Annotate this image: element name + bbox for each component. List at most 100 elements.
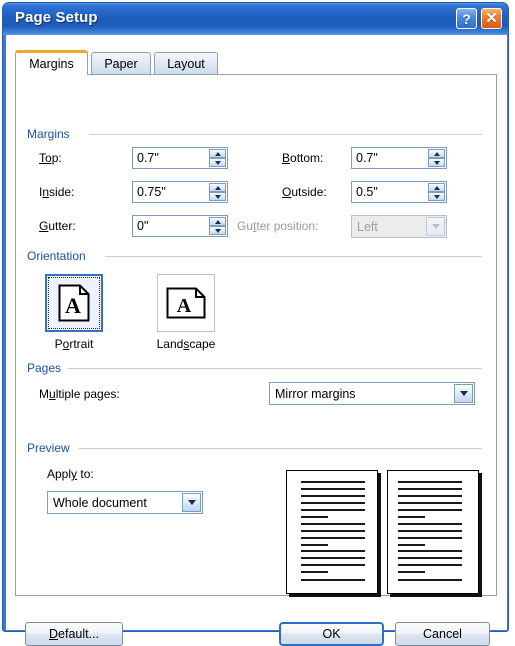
preview-text-line (301, 557, 365, 559)
landscape-page-icon: A (166, 287, 206, 319)
gutter-increment-button[interactable] (209, 217, 226, 226)
outside-margin-decrement-button[interactable] (428, 192, 445, 201)
group-rule-preview (79, 448, 482, 449)
ok-button[interactable]: OK (279, 622, 384, 646)
gutter-decrement-button[interactable] (209, 226, 226, 235)
label-gutter-position: Gutter position: (237, 219, 318, 233)
window-title: Page Setup (15, 9, 98, 26)
title-bar[interactable]: Page Setup ? ✕ (3, 3, 508, 35)
triangle-up-icon (214, 185, 221, 190)
preview-text-line (398, 516, 425, 518)
inside-margin-spinbox[interactable]: 0.75" (132, 181, 228, 203)
preview-text-line (398, 550, 462, 552)
preview-text-line (398, 530, 462, 532)
group-label-preview: Preview (27, 441, 75, 455)
svg-text:A: A (65, 293, 81, 318)
orientation-landscape-option[interactable]: A (157, 274, 215, 332)
label-multiple-pages: Multiple pages: (39, 387, 120, 401)
gutter-position-combobox: Left (351, 215, 447, 238)
gutter-spinbox[interactable]: 0" (132, 215, 228, 237)
orientation-portrait-label: Portrait (45, 337, 103, 351)
preview-text-line (398, 571, 425, 573)
apply-to-value: Whole document (53, 496, 147, 510)
inside-margin-spinner[interactable] (209, 183, 226, 201)
bottom-margin-increment-button[interactable] (428, 149, 445, 158)
label-multiple-pages-post: ltiple pages: (55, 387, 120, 401)
outside-margin-spinner[interactable] (428, 183, 445, 201)
triangle-up-icon (214, 219, 221, 224)
label-outside-post: utside: (291, 185, 327, 199)
outside-margin-value: 0.5" (356, 185, 378, 199)
tab-active-seam (16, 74, 87, 76)
tab-margins[interactable]: Margins (15, 50, 88, 75)
multiple-pages-combobox[interactable]: Mirror margins (269, 382, 475, 405)
preview-text-line (301, 502, 365, 504)
svg-text:A: A (177, 295, 192, 317)
preview-text-line (301, 509, 365, 511)
preview-text-line (301, 579, 365, 581)
outside-margin-spinbox[interactable]: 0.5" (351, 181, 447, 203)
gutter-value: 0" (137, 219, 149, 233)
gutter-spinner[interactable] (209, 217, 226, 235)
close-icon: ✕ (485, 10, 498, 27)
help-button[interactable]: ? (456, 8, 477, 29)
triangle-down-icon (433, 160, 440, 165)
outside-margin-increment-button[interactable] (428, 183, 445, 192)
multiple-pages-value: Mirror margins (275, 387, 356, 401)
chevron-down-icon (459, 391, 468, 396)
apply-to-combobox[interactable]: Whole document (47, 491, 203, 514)
close-button[interactable]: ✕ (481, 8, 502, 29)
apply-to-dropdown-button[interactable] (182, 493, 201, 512)
preview-text-line (398, 502, 462, 504)
label-multiple-pages-key: u (49, 387, 56, 401)
triangle-up-icon (214, 151, 221, 156)
bottom-margin-spinner[interactable] (428, 149, 445, 167)
group-label-orientation: Orientation (27, 249, 91, 263)
top-margin-spinner[interactable] (209, 149, 226, 167)
inside-margin-increment-button[interactable] (209, 183, 226, 192)
gutter-position-value: Left (357, 220, 378, 234)
preview-text-line (301, 571, 328, 573)
label-gutter-key: G (39, 219, 49, 233)
tab-layout[interactable]: Layout (154, 52, 218, 75)
group-rule-pages (68, 368, 482, 369)
bottom-margin-decrement-button[interactable] (428, 158, 445, 167)
preview-text-line (398, 537, 462, 539)
tab-paper-label: Paper (104, 57, 138, 71)
preview-text-line (398, 579, 462, 581)
question-mark-icon: ? (462, 10, 471, 27)
tab-paper[interactable]: Paper (91, 52, 151, 75)
bottom-margin-value: 0.7" (356, 151, 378, 165)
tab-layout-label: Layout (167, 57, 205, 71)
multiple-pages-dropdown-button[interactable] (454, 384, 473, 403)
top-margin-spinbox[interactable]: 0.7" (132, 147, 228, 169)
preview-text-line (301, 530, 365, 532)
preview-page-left (286, 470, 378, 594)
triangle-down-icon (214, 160, 221, 165)
group-rule-orientation (105, 256, 482, 257)
label-apply-to-post: to: (77, 467, 94, 481)
triangle-down-icon (433, 194, 440, 199)
preview-text-line (398, 481, 462, 483)
portrait-label-pre: P (54, 337, 63, 351)
label-bottom-post: ottom: (290, 151, 324, 165)
triangle-down-icon (214, 194, 221, 199)
cancel-button[interactable]: Cancel (395, 622, 490, 646)
triangle-down-icon (214, 228, 221, 233)
tab-margins-label: Margins (29, 57, 74, 71)
label-top-post: p: (51, 151, 62, 165)
preview-text-line (398, 544, 425, 546)
preview-text-line (301, 537, 365, 539)
inside-margin-decrement-button[interactable] (209, 192, 226, 201)
preview-text-line (301, 495, 365, 497)
top-margin-decrement-button[interactable] (209, 158, 226, 167)
top-margin-increment-button[interactable] (209, 149, 226, 158)
triangle-up-icon (433, 185, 440, 190)
bottom-margin-spinbox[interactable]: 0.7" (351, 147, 447, 169)
label-inside-post: side: (49, 185, 75, 199)
gutter-position-dropdown-button (426, 217, 445, 236)
preview-page-right (387, 470, 479, 594)
preview-text-line (301, 564, 365, 566)
default-button[interactable]: Default... (25, 622, 123, 646)
orientation-portrait-option[interactable]: A (45, 274, 103, 332)
